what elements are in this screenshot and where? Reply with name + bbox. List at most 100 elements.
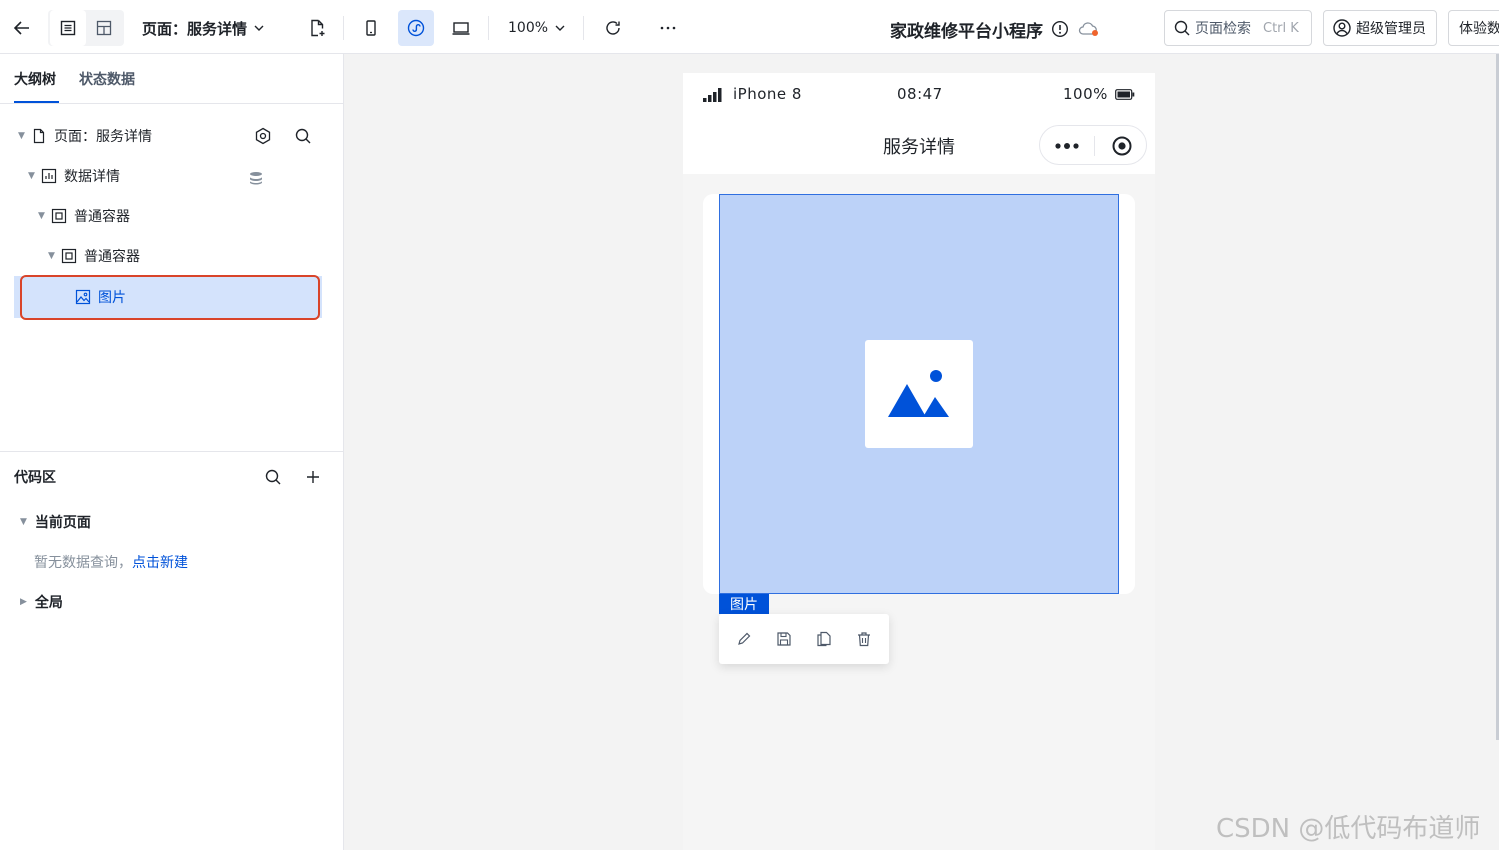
outline-view-button[interactable] — [50, 10, 86, 46]
tree-item-data-detail[interactable]: ▼ 数据详情 — [28, 156, 120, 196]
caret-down-icon[interactable]: ▼ — [38, 211, 50, 221]
capsule-close-button[interactable] — [1110, 135, 1134, 157]
add-page-button[interactable] — [299, 10, 335, 46]
delete-button[interactable] — [854, 629, 874, 649]
trial-button[interactable]: 体验数 — [1448, 10, 1499, 46]
layout-icon — [96, 20, 112, 36]
left-panel: 大纲树 状态数据 ▼ 页面：服务详情 ▼ 数据详情 ▼ 普通容器 ▼ 普通容器 … — [0, 54, 344, 850]
app-title-group: 家政维修平台小程序 — [890, 16, 1101, 42]
settings-hexagon-icon — [255, 127, 271, 145]
plus-icon — [307, 471, 319, 483]
layout-view-button[interactable] — [86, 10, 122, 46]
toolbar-divider — [583, 16, 584, 40]
target-circle-icon — [1112, 136, 1132, 156]
capsule-more-button[interactable] — [1054, 136, 1080, 156]
caret-right-icon[interactable]: ▶ — [20, 597, 27, 607]
annotation-highlight-box — [20, 275, 320, 320]
user-circle-icon — [1333, 19, 1351, 37]
search-icon — [265, 469, 281, 485]
laptop-icon — [452, 22, 470, 35]
code-group-current-page[interactable]: ▼ 当前页面 — [20, 512, 91, 532]
watermark: CSDN @低代码布道师 — [1216, 814, 1481, 844]
toolbar-divider — [488, 16, 489, 40]
code-add-button[interactable] — [302, 466, 324, 488]
database-icon — [245, 167, 267, 189]
page-selector[interactable]: 页面：服务详情 — [142, 16, 265, 40]
create-query-link[interactable]: 点击新建 — [132, 555, 188, 571]
code-area-title: 代码区 — [14, 470, 56, 486]
tree-item-container-nested[interactable]: ▼ 普通容器 — [48, 236, 140, 276]
copy-button[interactable] — [814, 629, 834, 649]
admin-label: 超级管理员 — [1356, 21, 1426, 37]
chevron-down-icon — [254, 25, 264, 31]
device-name: iPhone 8 — [733, 85, 802, 103]
chevron-down-icon — [555, 25, 565, 31]
caret-down-icon[interactable]: ▼ — [48, 251, 60, 261]
image-placeholder-icon — [888, 370, 949, 417]
admin-button[interactable]: 超级管理员 — [1323, 10, 1437, 46]
miniprogram-capsule — [1039, 125, 1147, 165]
tree-item-label: 普通容器 — [84, 249, 140, 265]
page-settings-button[interactable] — [252, 125, 274, 147]
component-action-toolbar — [719, 614, 889, 664]
tab-outline-tree[interactable]: 大纲树 — [14, 69, 56, 89]
panel-divider — [0, 451, 343, 452]
mobile-preview-button[interactable] — [353, 10, 389, 46]
code-group-global[interactable]: ▶ 全局 — [20, 592, 63, 612]
miniprogram-preview-button[interactable] — [398, 10, 434, 46]
more-horizontal-icon — [660, 26, 676, 30]
file-icon — [30, 127, 48, 145]
copy-icon — [817, 631, 831, 647]
desktop-preview-button[interactable] — [443, 10, 479, 46]
miniprogram-icon — [407, 19, 425, 37]
battery-icon — [1115, 89, 1135, 100]
panel-tabs: 大纲树 状态数据 — [0, 54, 343, 104]
page-search-label: 页面检索 — [1195, 21, 1251, 37]
app-title: 家政维修平台小程序 — [890, 21, 1043, 42]
tree-item-label: 数据详情 — [64, 169, 120, 185]
page-selector-label: 页面：服务详情 — [142, 19, 248, 38]
tab-state-data[interactable]: 状态数据 — [79, 69, 135, 89]
top-toolbar: 页面：服务详情 100% 家政维修平台小程序 页面检索 Ctrl K 超级管理员 — [0, 0, 1499, 54]
more-dots-icon — [1055, 143, 1079, 149]
refresh-button[interactable] — [595, 10, 631, 46]
list-icon — [60, 20, 76, 36]
container-icon — [60, 247, 78, 265]
search-shortcut: Ctrl K — [1263, 20, 1299, 36]
more-button[interactable] — [650, 10, 686, 46]
phone-status-bar: iPhone 8 08:47 100% — [683, 73, 1155, 117]
caret-down-icon[interactable]: ▼ — [28, 171, 40, 181]
code-search-button[interactable] — [262, 466, 284, 488]
caret-down-icon[interactable]: ▼ — [20, 517, 27, 527]
trial-label: 体验数 — [1459, 21, 1499, 37]
info-icon[interactable] — [1051, 20, 1069, 38]
search-icon — [295, 128, 311, 144]
status-time: 08:47 — [897, 85, 943, 103]
signal-icon — [703, 88, 722, 102]
save-icon — [777, 632, 791, 646]
zoom-selector[interactable]: 100% — [508, 16, 566, 40]
tree-item-label: 普通容器 — [74, 209, 130, 225]
tree-item-label: 页面：服务详情 — [54, 129, 152, 145]
cloud-sync-icon[interactable] — [1077, 20, 1101, 38]
refresh-icon — [606, 21, 620, 35]
search-icon — [1174, 20, 1190, 36]
back-button[interactable] — [4, 10, 40, 46]
tree-search-button[interactable] — [292, 125, 314, 147]
image-placeholder — [865, 340, 973, 448]
trash-icon — [858, 632, 870, 647]
tree-item-page[interactable]: ▼ 页面：服务详情 — [18, 116, 152, 156]
caret-down-icon[interactable]: ▼ — [18, 131, 30, 141]
save-button[interactable] — [774, 629, 794, 649]
container-icon — [50, 207, 68, 225]
toolbar-divider — [343, 16, 344, 40]
selected-component-tag: 图片 — [719, 594, 769, 614]
capsule-divider — [1094, 136, 1095, 156]
phone-nav-bar: 服务详情 — [683, 117, 1155, 174]
file-add-icon — [311, 19, 325, 37]
tree-item-container[interactable]: ▼ 普通容器 — [38, 196, 130, 236]
page-search-button[interactable]: 页面检索 Ctrl K — [1164, 10, 1312, 46]
edit-button[interactable] — [734, 629, 754, 649]
edit-pencil-icon — [738, 632, 751, 645]
mobile-icon — [366, 20, 376, 36]
